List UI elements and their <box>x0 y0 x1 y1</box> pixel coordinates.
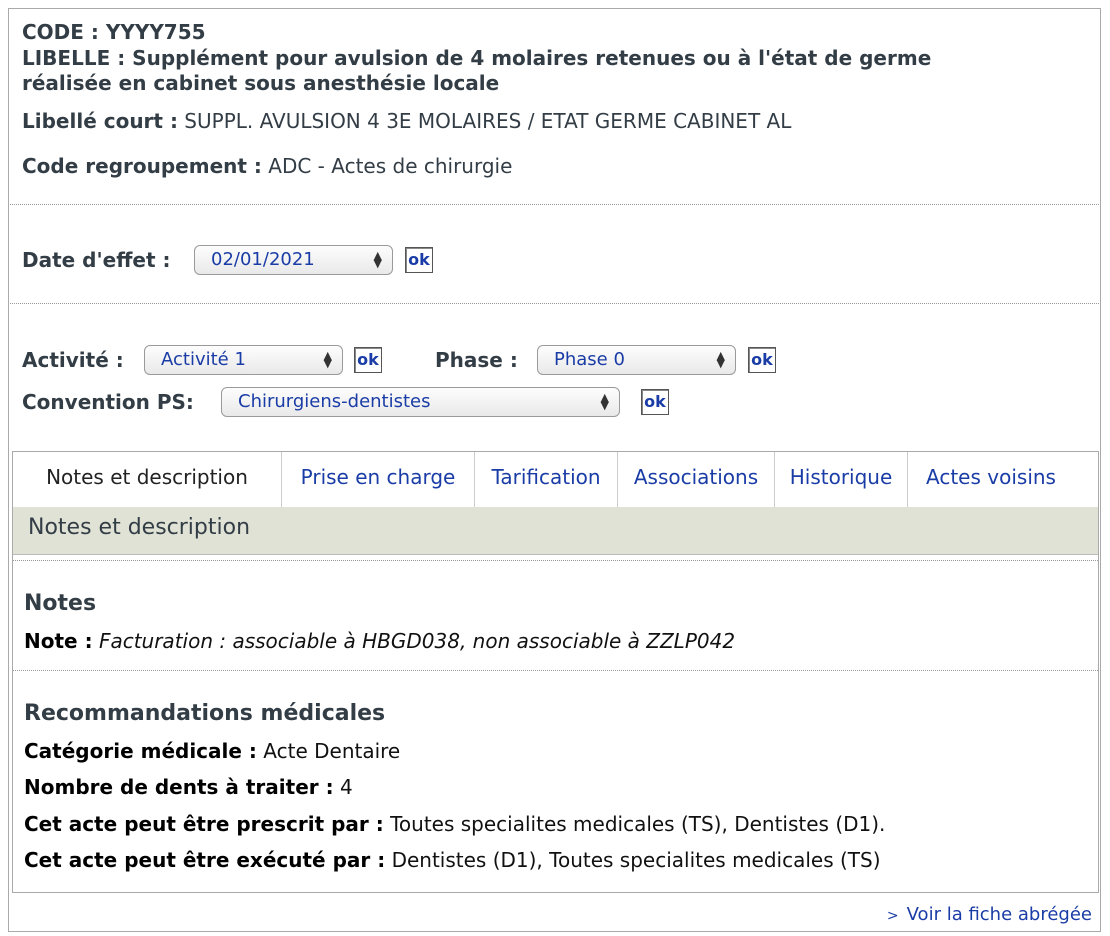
phase-select[interactable]: Phase 0 ▲ ▼ <box>537 345 736 375</box>
convention-value: Chirurgiens-dentistes <box>238 391 431 412</box>
execute-label: Cet acte peut être exécuté par : <box>24 848 386 872</box>
libelle-label: LIBELLE : <box>22 46 126 70</box>
recommandations-heading: Recommandations médicales <box>24 701 386 726</box>
notes-heading: Notes <box>24 591 97 616</box>
code-label: CODE : <box>22 20 99 44</box>
select-arrows-icon: ▲ ▼ <box>373 249 382 270</box>
dents-label: Nombre de dents à traiter : <box>24 775 334 799</box>
date-effet-ok-button[interactable]: ok <box>405 247 433 273</box>
convention-ok-button[interactable]: ok <box>641 389 669 415</box>
tab-panel: Notes et description Prise en charge Tar… <box>12 451 1099 893</box>
note-label: Note : <box>24 629 93 653</box>
prescrit-line: Cet acte peut être prescrit par : Toutes… <box>24 812 885 837</box>
code-regroupement-value: ADC - Actes de chirurgie <box>268 154 513 178</box>
dents-line: Nombre de dents à traiter : 4 <box>24 775 353 800</box>
tab-actes-voisins[interactable]: Actes voisins <box>907 452 1074 507</box>
activite-select[interactable]: Activité 1 ▲ ▼ <box>144 345 343 375</box>
categorie-value: Acte Dentaire <box>263 739 401 763</box>
code-regroupement: Code regroupement : ADC - Actes de chiru… <box>22 154 512 179</box>
select-arrows-icon: ▲ ▼ <box>600 391 609 412</box>
libelle-value-2: réalisée en cabinet sous anesthésie loca… <box>22 71 500 95</box>
tab-historique[interactable]: Historique <box>774 452 907 507</box>
tab-tarification[interactable]: Tarification <box>474 452 617 507</box>
select-arrows-icon: ▲ ▼ <box>323 349 332 370</box>
section-title: Notes et description <box>13 507 1098 555</box>
note-value: Facturation : associable à HBGD038, non … <box>98 629 736 653</box>
prescrit-label: Cet acte peut être prescrit par : <box>24 812 384 836</box>
separator <box>10 204 1099 205</box>
libelle-court-label: Libellé court : <box>22 109 178 133</box>
tab-bar: Notes et description Prise en charge Tar… <box>13 452 1098 507</box>
separator <box>13 560 1098 561</box>
dents-value: 4 <box>339 775 353 799</box>
phase-value: Phase 0 <box>554 349 625 370</box>
date-effet-label: Date d'effet : <box>22 248 171 272</box>
voir-fiche-abregee-link[interactable]: > Voir la fiche abrégée <box>887 904 1092 925</box>
separator <box>13 670 1098 671</box>
select-arrows-icon: ▲ ▼ <box>716 349 725 370</box>
phase-label: Phase : <box>435 348 518 372</box>
categorie-line: Catégorie médicale : Acte Dentaire <box>24 739 400 764</box>
convention-select[interactable]: Chirurgiens-dentistes ▲ ▼ <box>221 387 620 417</box>
prescrit-value: Toutes specialites medicales (TS), Denti… <box>390 812 886 836</box>
convention-label: Convention PS: <box>22 390 194 414</box>
voir-fiche-abregee-label: Voir la fiche abrégée <box>906 904 1092 925</box>
activite-value: Activité 1 <box>161 349 246 370</box>
date-effet-value: 02/01/2021 <box>211 249 315 270</box>
libelle-court: Libellé court : SUPPL. AVULSION 4 3E MOL… <box>22 109 791 134</box>
code-value: YYYY755 <box>105 20 206 44</box>
code-line: CODE : YYYY755 <box>22 20 206 45</box>
execute-value: Dentistes (D1), Toutes specialites medic… <box>391 848 881 872</box>
chevron-right-icon: > <box>886 908 899 924</box>
separator <box>10 303 1099 304</box>
date-effet-select[interactable]: 02/01/2021 ▲ ▼ <box>194 245 393 275</box>
libelle-line-2: réalisée en cabinet sous anesthésie loca… <box>22 71 499 96</box>
activite-label: Activité : <box>22 348 124 372</box>
execute-line: Cet acte peut être exécuté par : Dentist… <box>24 848 881 873</box>
tab-prise-en-charge[interactable]: Prise en charge <box>281 452 474 507</box>
code-regroupement-label: Code regroupement : <box>22 154 262 178</box>
libelle-value: Supplément pour avulsion de 4 molaires r… <box>132 46 932 70</box>
categorie-label: Catégorie médicale : <box>24 739 257 763</box>
libelle-court-value: SUPPL. AVULSION 4 3E MOLAIRES / ETAT GER… <box>184 109 792 133</box>
activite-ok-button[interactable]: ok <box>354 347 382 373</box>
phase-ok-button[interactable]: ok <box>748 347 776 373</box>
tab-associations[interactable]: Associations <box>617 452 774 507</box>
tab-notes-description[interactable]: Notes et description <box>13 452 281 507</box>
libelle-line: LIBELLE : Supplément pour avulsion de 4 … <box>22 46 931 71</box>
note-line: Note : Facturation : associable à HBGD03… <box>24 629 735 654</box>
